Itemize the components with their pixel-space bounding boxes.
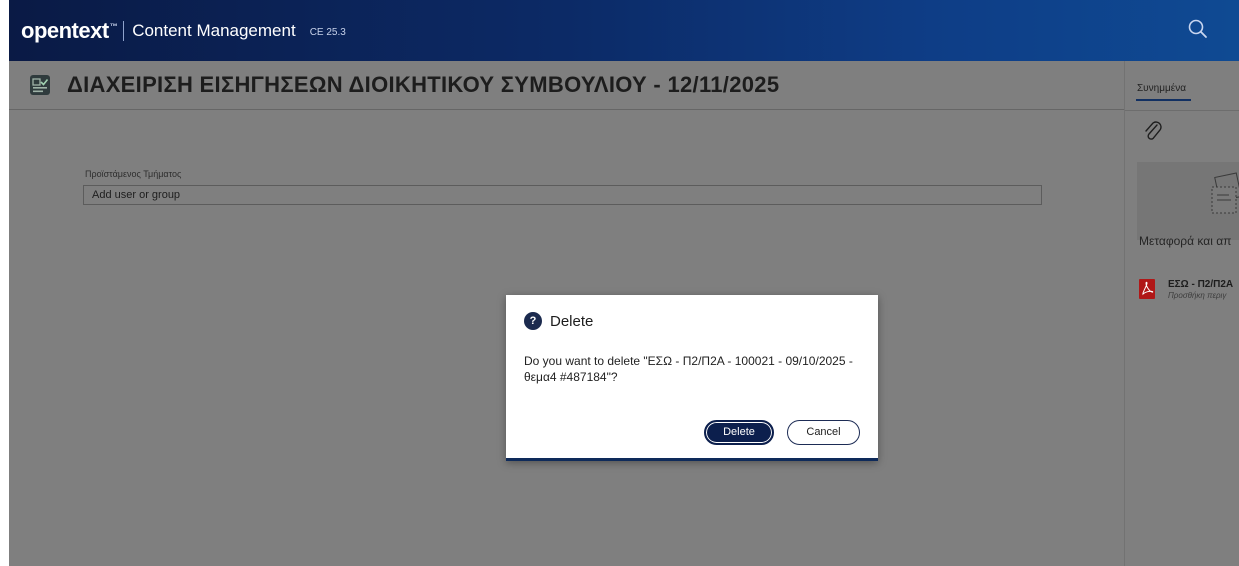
search-icon[interactable] — [1187, 18, 1209, 40]
cancel-button[interactable]: Cancel — [787, 420, 860, 445]
delete-button[interactable]: Delete — [704, 420, 774, 445]
supervisor-field-label: Προϊστάμενος Τμήματος — [85, 169, 182, 179]
active-tab-indicator — [1136, 99, 1191, 101]
form-icon — [29, 74, 51, 96]
page-header: ΔΙΑΧΕΙΡΙΣΗ ΕΙΣΗΓΗΣΕΩΝ ΔΙΟΙΚΗΤΙΚΟΥ ΣΥΜΒΟΥ… — [9, 61, 1124, 110]
window-edge — [0, 0, 9, 566]
attachment-description[interactable]: Προσθήκη περιγ — [1168, 291, 1226, 300]
page-title: ΔΙΑΧΕΙΡΙΣΗ ΕΙΣΗΓΗΣΕΩΝ ΔΙΟΙΚΗΤΙΚΟΥ ΣΥΜΒΟΥ… — [67, 72, 780, 97]
paperclip-icon[interactable] — [1143, 119, 1163, 143]
user-or-group-picker[interactable] — [83, 185, 1042, 205]
brand-logo: opentext™ — [21, 17, 118, 43]
attachment-item[interactable]: ΕΣΩ - Π2/Π2Α Προσθήκη περιγ — [1139, 279, 1239, 311]
app-title: Content Management — [132, 20, 296, 40]
brand-divider — [123, 20, 125, 41]
top-navigation-bar: opentext™ Content Management CE 25.3 — [9, 0, 1239, 61]
help-icon: ? — [524, 312, 542, 330]
drop-illustration-icon — [1211, 172, 1239, 214]
attachments-panel: Συνημμένα Μεταφορά και απ ΕΣΩ - Π2/Π2Α Π… — [1124, 61, 1239, 566]
dialog-message: Do you want to delete "ΕΣΩ - Π2/Π2Α - 10… — [524, 354, 853, 384]
delete-confirm-dialog: ? Delete Do you want to delete "ΕΣΩ - Π2… — [506, 295, 878, 461]
drop-hint-text: Μεταφορά και απ — [1139, 234, 1232, 248]
tab-divider — [1125, 110, 1239, 111]
dialog-title: Delete — [550, 312, 594, 330]
pdf-icon — [1139, 279, 1155, 299]
tab-attachments[interactable]: Συνημμένα — [1137, 83, 1186, 94]
version-label: CE 25.3 — [309, 26, 346, 38]
dialog-header: ? Delete — [524, 312, 593, 330]
attachment-name[interactable]: ΕΣΩ - Π2/Π2Α — [1168, 279, 1233, 290]
